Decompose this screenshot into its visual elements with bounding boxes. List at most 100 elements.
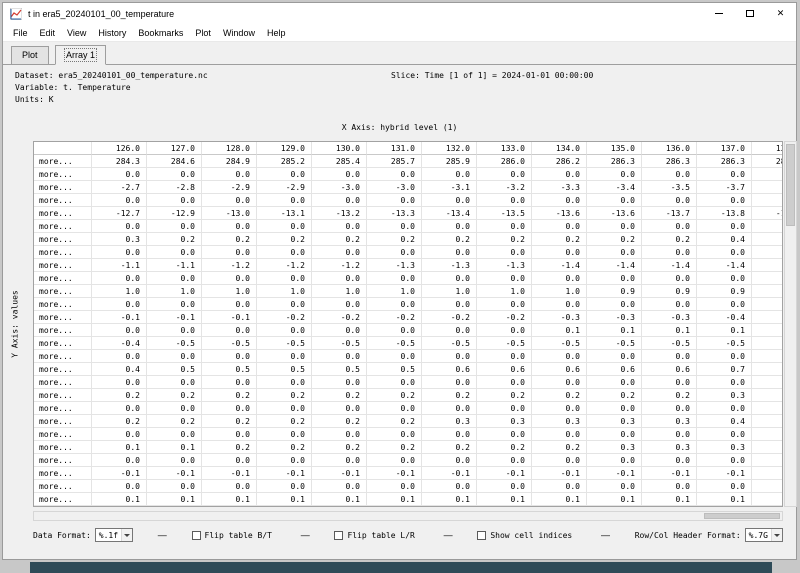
chevron-down-icon[interactable] <box>771 529 782 541</box>
data-cell: 286.2 <box>532 155 587 168</box>
flip-lr-checkbox[interactable] <box>334 531 343 540</box>
data-cell: 0.0 <box>147 324 202 337</box>
data-cell: 0.1 <box>752 493 783 506</box>
data-cell: 0.0 <box>257 454 312 467</box>
data-cell: 0.0 <box>587 298 642 311</box>
row-header-more[interactable]: more... <box>34 454 92 467</box>
menu-plot[interactable]: Plot <box>189 26 217 40</box>
row-header-more[interactable]: more... <box>34 272 92 285</box>
minimize-button[interactable] <box>703 3 734 24</box>
row-header-more[interactable]: more... <box>34 220 92 233</box>
row-header-more[interactable]: more... <box>34 233 92 246</box>
data-cell: 0.0 <box>202 376 257 389</box>
row-header-more[interactable]: more... <box>34 363 92 376</box>
row-header-more[interactable]: more... <box>34 285 92 298</box>
menu-help[interactable]: Help <box>261 26 292 40</box>
maximize-button[interactable] <box>734 3 765 24</box>
data-cell: 0.3 <box>587 441 642 454</box>
data-cell: 0.0 <box>532 376 587 389</box>
data-cell: 0.0 <box>422 194 477 207</box>
data-cell: -0.1 <box>257 467 312 480</box>
tab-array-1[interactable]: Array 1 <box>55 45 106 65</box>
row-header-more[interactable]: more... <box>34 298 92 311</box>
row-header-more[interactable]: more... <box>34 467 92 480</box>
data-cell: -0.5 <box>367 337 422 350</box>
horizontal-scrollbar-thumb[interactable] <box>704 513 780 519</box>
data-cell: -13.5 <box>477 207 532 220</box>
menu-window[interactable]: Window <box>217 26 261 40</box>
data-cell: 285.2 <box>257 155 312 168</box>
row-header-more[interactable]: more... <box>34 168 92 181</box>
data-cell: 0.1 <box>92 493 147 506</box>
data-cell: 285.9 <box>422 155 477 168</box>
row-header-more[interactable]: more... <box>34 246 92 259</box>
row-header-more[interactable]: more... <box>34 259 92 272</box>
data-cell: 0.4 <box>752 415 783 428</box>
column-header: 126.0 <box>92 142 147 155</box>
data-cell: 0.0 <box>697 454 752 467</box>
data-cell: 0.0 <box>477 246 532 259</box>
data-cell: -0.1 <box>202 311 257 324</box>
data-cell: 0.1 <box>642 493 697 506</box>
menu-history[interactable]: History <box>92 26 132 40</box>
row-header-more[interactable]: more... <box>34 311 92 324</box>
data-cell: 0.0 <box>257 480 312 493</box>
row-header-more[interactable]: more... <box>34 428 92 441</box>
data-cell: 0.0 <box>92 480 147 493</box>
row-header-more[interactable]: more... <box>34 207 92 220</box>
horizontal-scrollbar[interactable] <box>33 511 783 521</box>
row-header-more[interactable]: more... <box>34 194 92 207</box>
data-cell: 0.0 <box>532 298 587 311</box>
data-cell: 0.0 <box>422 168 477 181</box>
vertical-scrollbar-thumb[interactable] <box>786 144 795 226</box>
row-header-more[interactable]: more... <box>34 441 92 454</box>
menu-view[interactable]: View <box>61 26 92 40</box>
data-cell: -2.9 <box>202 181 257 194</box>
row-header-more[interactable]: more... <box>34 324 92 337</box>
close-button[interactable]: ✕ <box>765 3 796 24</box>
row-header-more[interactable]: more... <box>34 389 92 402</box>
row-header-more[interactable]: more... <box>34 376 92 389</box>
menu-bar: File Edit View History Bookmarks Plot Wi… <box>3 24 796 42</box>
data-cell: -3.0 <box>367 181 422 194</box>
menu-edit[interactable]: Edit <box>34 26 62 40</box>
data-cell: -0.5 <box>202 337 257 350</box>
data-cell: 0.1 <box>312 493 367 506</box>
row-header-more[interactable]: more... <box>34 181 92 194</box>
row-header-more[interactable]: more... <box>34 493 92 506</box>
data-cell: -1.2 <box>257 259 312 272</box>
data-cell: -0.1 <box>477 467 532 480</box>
title-bar: t in era5_20240101_00_temperature ✕ <box>3 3 796 24</box>
data-format-combobox[interactable]: %.1f <box>95 528 133 542</box>
row-header-more[interactable]: more... <box>34 155 92 168</box>
data-cell: 0.1 <box>697 493 752 506</box>
data-cell: 0.2 <box>257 415 312 428</box>
data-cell: 0.0 <box>752 168 783 181</box>
row-header-more[interactable]: more... <box>34 350 92 363</box>
data-cell: -3.4 <box>587 181 642 194</box>
data-cell: 0.1 <box>532 324 587 337</box>
data-cell: 0.1 <box>697 324 752 337</box>
menu-file[interactable]: File <box>7 26 34 40</box>
data-cell: 0.9 <box>587 285 642 298</box>
row-header-more[interactable]: more... <box>34 480 92 493</box>
column-header: 130.0 <box>312 142 367 155</box>
tab-plot[interactable]: Plot <box>11 46 49 65</box>
row-header-more[interactable]: more... <box>34 337 92 350</box>
flip-bt-checkbox[interactable] <box>192 531 201 540</box>
vertical-scrollbar[interactable] <box>784 141 797 507</box>
menu-bookmarks[interactable]: Bookmarks <box>132 26 189 40</box>
data-cell: 0.0 <box>147 480 202 493</box>
data-cell: 0.0 <box>312 350 367 363</box>
data-cell: -13.1 <box>257 207 312 220</box>
data-cell: 0.0 <box>587 454 642 467</box>
flip-bt-group: Flip table B/T <box>192 531 276 540</box>
row-header-more[interactable]: more... <box>34 402 92 415</box>
variable-info: Variable: t. Temperature <box>15 83 131 92</box>
data-cell: 0.0 <box>367 246 422 259</box>
chevron-down-icon[interactable] <box>121 529 132 541</box>
data-cell: 0.0 <box>587 246 642 259</box>
header-format-combobox[interactable]: %.7G <box>745 528 783 542</box>
row-header-more[interactable]: more... <box>34 415 92 428</box>
show-cell-indices-checkbox[interactable] <box>477 531 486 540</box>
